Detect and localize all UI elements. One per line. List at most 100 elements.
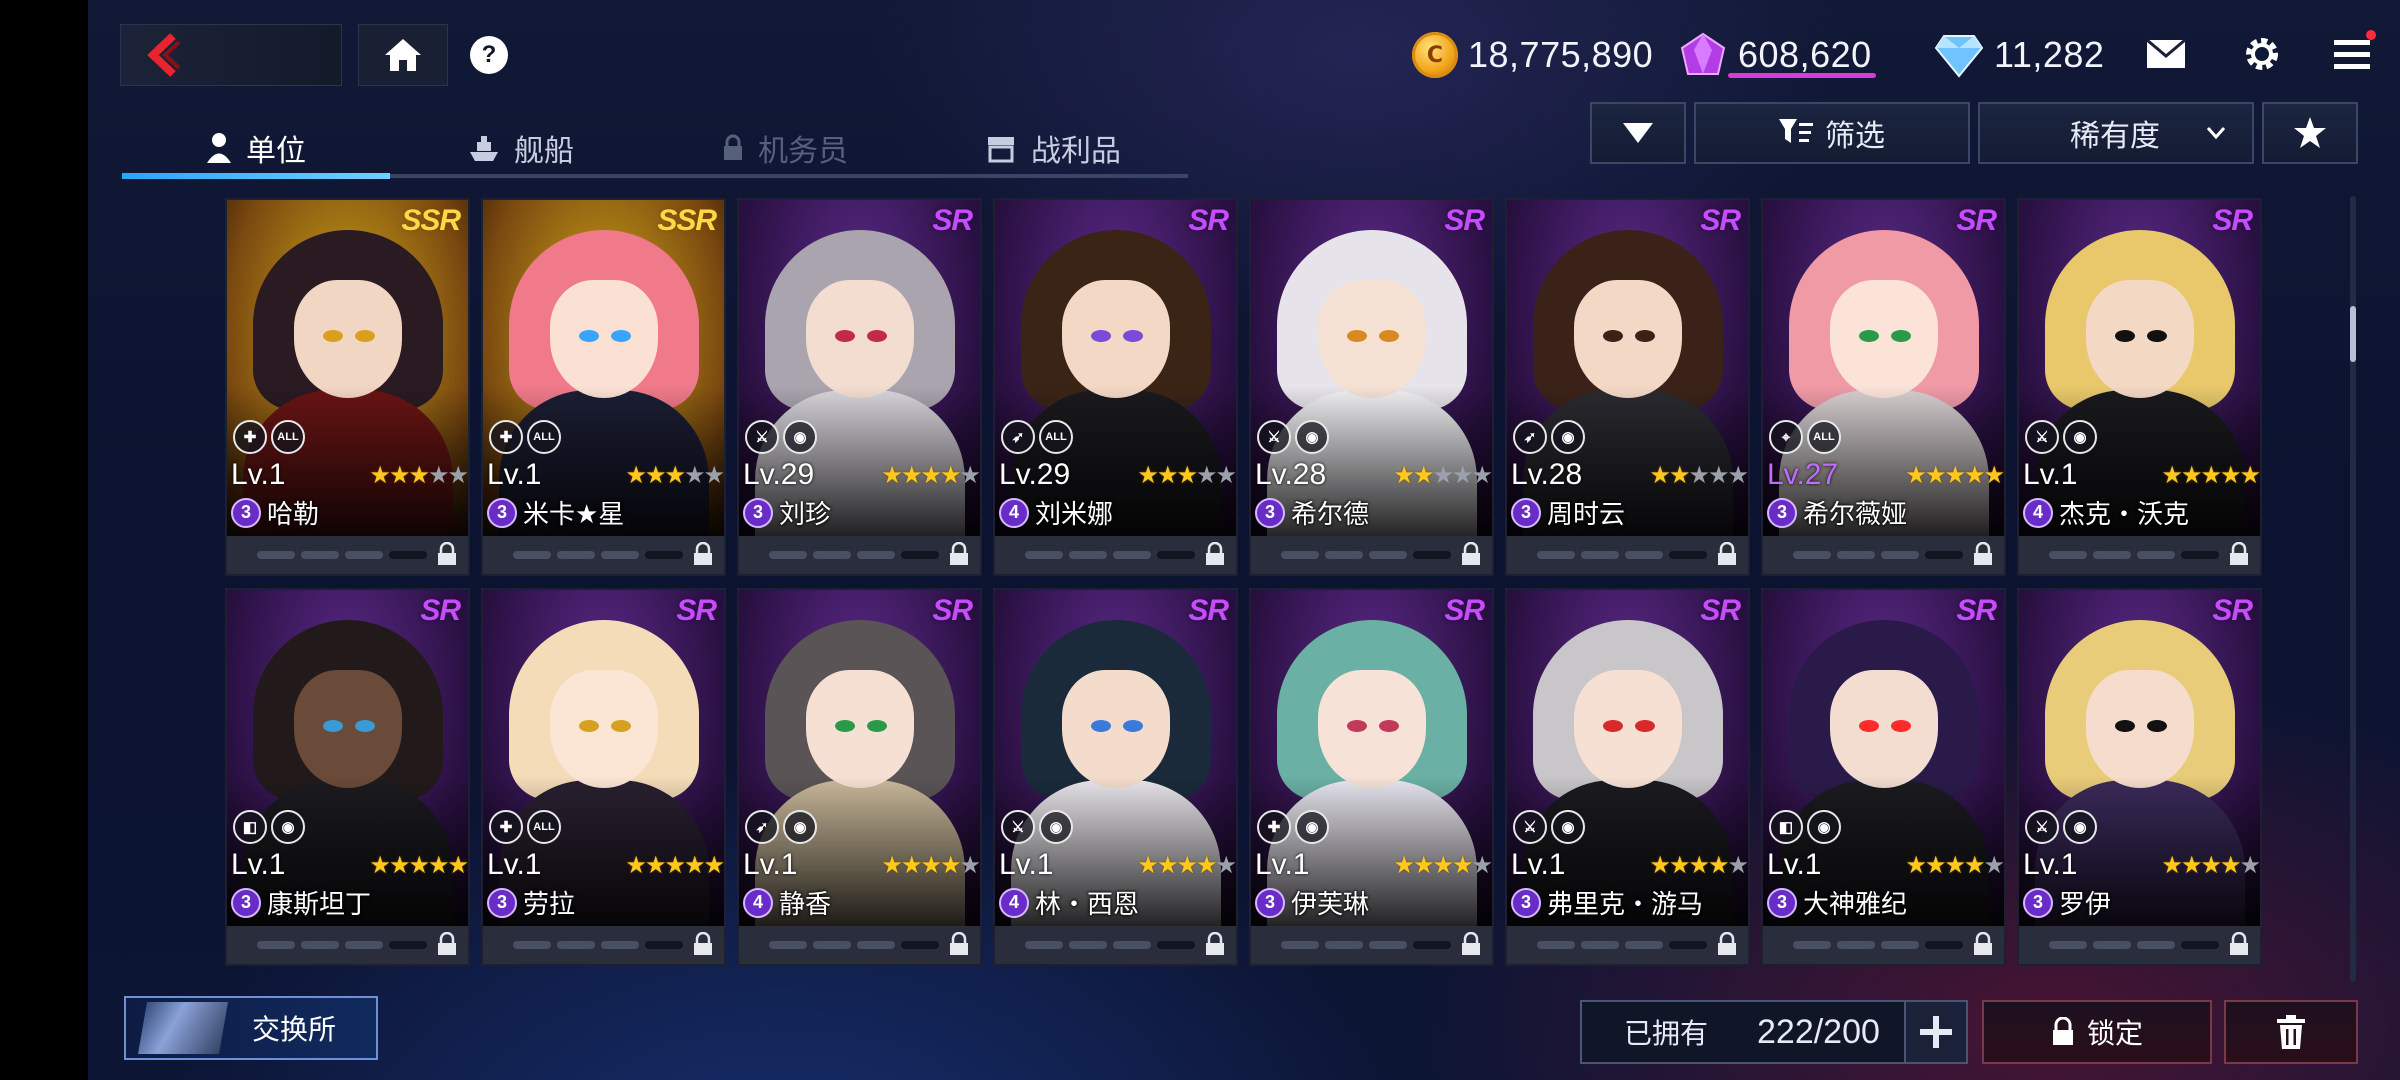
star-icon: ★ [369,461,390,489]
star-rating: ★★★★★ [369,851,469,879]
equipment-slot [1369,941,1407,949]
star-rating: ★★★★★ [625,851,725,879]
equipment-slots [739,536,980,574]
unit-card[interactable]: SSR ✚ ALL Lv.1 ★★★★★ 3 米卡★星 [481,198,726,576]
unit-lock-icon[interactable] [2228,542,2250,566]
gun-class-icon: ➶ [745,810,779,844]
mail-button[interactable] [2140,28,2192,80]
unit-lock-icon[interactable] [692,932,714,956]
star-icon: ★ [1451,851,1473,879]
star-rating: ★★★★★ [1649,851,1749,879]
unit-card[interactable]: SR ⚔ ◉ Lv.28 ★★★★★ 3 希尔德 [1249,198,1494,576]
sword-class-icon: ⚔ [2025,810,2059,844]
tab-crew-label: 机务员 [758,134,848,169]
unit-lock-icon[interactable] [1972,542,1994,566]
settings-button[interactable] [2236,28,2288,80]
equipment-slot [2049,941,2087,949]
unit-card[interactable]: SR ✚ ◉ Lv.1 ★★★★★ 3 伊芙琳 [1249,588,1494,966]
grade-badge: 3 [231,497,261,528]
unit-card[interactable]: SR ✚ ALL Lv.1 ★★★★★ 3 劳拉 [481,588,726,966]
hamburger-menu-icon [2334,40,2370,69]
unit-name: 米卡★星 [523,500,625,530]
unit-lock-icon[interactable] [1716,932,1738,956]
unit-card[interactable]: SR ⚔ ◉ Lv.1 ★★★★★ 3 罗伊 [2017,588,2262,966]
unit-card[interactable]: SR ➶ ALL Lv.29 ★★★★★ 4 刘米娜 [993,198,1238,576]
rarity-label: SR [2212,594,2253,627]
unit-card[interactable]: SR ⌖ ALL Lv.27 ★★★★★ 3 希尔薇娅 [1761,198,2006,576]
equipment-slot [1025,941,1063,949]
unit-lock-icon[interactable] [1972,932,1994,956]
lock-button[interactable]: 锁定 [1982,1000,2212,1064]
level-row: Lv.29 ★★★★★ [743,458,981,492]
unit-card[interactable]: SR ➶ ◉ Lv.1 ★★★★★ 4 静香 [737,588,982,966]
expand-capacity-button[interactable] [1904,1000,1968,1064]
equipment-slots [995,536,1236,574]
unit-card[interactable]: SR ◧ ◉ Lv.1 ★★★★★ 3 康斯坦丁 [225,588,470,966]
equipment-slot [1581,941,1619,949]
filter-button[interactable]: 筛选 [1694,102,1970,164]
star-icon: ★ [1137,851,1158,879]
lock-icon [724,134,742,160]
star-icon: ★ [408,851,429,879]
exchange-banner-icon [138,1002,228,1054]
unit-lock-icon[interactable] [436,932,458,956]
name-row: 3 大神雅纪 [1767,884,1907,921]
grade-badge: 3 [487,887,517,918]
unit-card[interactable]: SR ⚔ ◉ Lv.1 ★★★★★ 4 杰克・沃克 [2017,198,2262,576]
unit-lock-icon[interactable] [1716,542,1738,566]
sort-select[interactable]: 稀有度 [1978,102,2254,164]
unit-level: Lv.1 [231,458,286,491]
equipment-slot [857,941,895,949]
menu-button[interactable] [2326,28,2378,80]
tab-ships[interactable]: 舰船 [390,118,652,178]
name-row: 3 周时云 [1511,494,1625,531]
star-icon: ★ [1451,461,1473,489]
unit-lock-icon[interactable] [1204,932,1226,956]
unit-card[interactable]: SSR ✚ ALL Lv.1 ★★★★★ 3 哈勒 [225,198,470,576]
trash-icon [2277,1015,2305,1049]
dismantle-button[interactable] [2224,1000,2358,1064]
help-button[interactable]: ? [458,24,520,86]
equipment-slots [483,926,724,964]
unit-lock-icon[interactable] [1460,932,1482,956]
equipment-slot [1793,551,1831,559]
unit-lock-icon[interactable] [948,542,970,566]
level-row: Lv.1 ★★★★★ [231,458,469,492]
unit-card[interactable]: SR ◧ ◉ Lv.1 ★★★★★ 3 大神雅纪 [1761,588,2006,966]
unit-card[interactable]: SR ⚔ ◉ Lv.1 ★★★★★ 4 林・西恩 [993,588,1238,966]
name-row: 4 静香 [743,884,831,921]
collapse-dropdown-button[interactable] [1590,102,1686,164]
all-class-icon: ALL [527,810,561,844]
unit-card[interactable]: SR ⚔ ◉ Lv.29 ★★★★★ 3 刘珍 [737,198,982,576]
tab-loot[interactable]: 战利品 [918,118,1188,178]
star-icon: ★ [1905,851,1926,879]
crystal-currency[interactable]: 608,620 [1678,24,1876,86]
star-icon: ★ [427,851,449,879]
unit-level: Lv.1 [2023,848,2078,881]
unit-lock-icon[interactable] [2228,932,2250,956]
tab-units[interactable]: 单位 [122,118,390,179]
unit-card[interactable]: SR ➶ ◉ Lv.28 ★★★★★ 3 周时云 [1505,198,1750,576]
crystal-amount: 608,620 [1738,34,1872,75]
sword-class-icon: ⚔ [1001,810,1035,844]
unit-lock-icon[interactable] [1460,542,1482,566]
owned-label: 已拥有 [1624,1017,1709,1050]
unit-name: 弗里克・游马 [1547,890,1704,920]
unit-lock-icon[interactable] [948,932,970,956]
equipment-slots [1507,536,1748,574]
exchange-button[interactable]: 交换所 [124,996,378,1060]
unit-lock-icon[interactable] [1204,542,1226,566]
unit-level: Lv.1 [1767,848,1822,881]
star-rating: ★★★★★ [881,461,981,489]
favorite-button[interactable] [2262,102,2358,164]
star-icon: ★ [1215,461,1236,489]
unit-card[interactable]: SR ⚔ ◉ Lv.1 ★★★★★ 3 弗里克・游马 [1505,588,1750,966]
unit-lock-icon[interactable] [692,542,714,566]
level-row: Lv.1 ★★★★★ [999,848,1237,882]
grid-scrollbar[interactable] [2350,196,2356,982]
unit-lock-icon[interactable] [436,542,458,566]
back-button[interactable] [120,24,342,86]
home-button[interactable] [358,24,448,86]
rarity-label: SR [932,594,973,627]
grid-scrollbar-thumb[interactable] [2350,306,2356,362]
